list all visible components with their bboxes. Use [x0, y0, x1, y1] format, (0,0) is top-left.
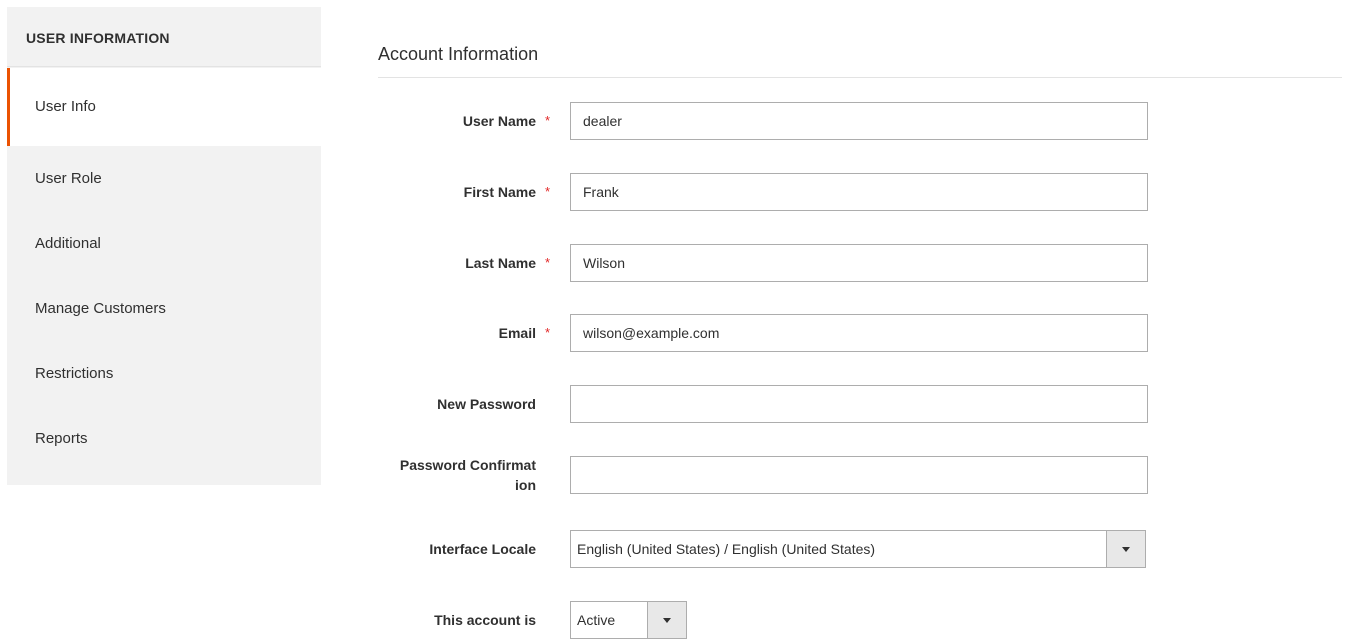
- field-row-email: Email *: [378, 314, 1342, 352]
- field-row-first-name: First Name *: [378, 173, 1342, 211]
- sidebar-item-user-role[interactable]: User Role: [7, 146, 321, 211]
- field-row-password-confirmation: Password Confirmat ion: [378, 456, 1342, 494]
- email-label: Email: [498, 325, 536, 341]
- user-name-label: User Name: [462, 113, 536, 129]
- account-status-select[interactable]: Active: [570, 601, 687, 639]
- new-password-input[interactable]: [570, 385, 1148, 423]
- required-star: *: [545, 113, 551, 128]
- sidebar-item-user-info[interactable]: User Info: [7, 68, 321, 146]
- last-name-label: Last Name: [465, 255, 536, 271]
- required-star: *: [545, 184, 551, 199]
- new-password-label: New Password: [437, 396, 536, 412]
- sidebar-list: User Info User Role Additional Manage Cu…: [7, 68, 321, 471]
- required-star: *: [545, 255, 551, 270]
- field-row-user-name: User Name *: [378, 102, 1342, 140]
- sidebar-nav: USER INFORMATION User Info User Role Add…: [7, 7, 321, 485]
- interface-locale-label: Interface Locale: [429, 541, 536, 557]
- password-confirmation-label-line1: Password Confirmat: [399, 457, 536, 473]
- account-status-value: Active: [577, 612, 616, 628]
- first-name-label: First Name: [463, 184, 536, 200]
- password-confirmation-label: Password Confirmat ion: [366, 456, 536, 494]
- sidebar-item-reports[interactable]: Reports: [7, 406, 321, 471]
- chevron-down-icon[interactable]: [1106, 531, 1145, 567]
- section-title: Account Information: [378, 44, 1342, 78]
- account-status-label: This account is: [434, 612, 536, 628]
- last-name-input[interactable]: [570, 244, 1148, 282]
- required-star: *: [545, 325, 551, 340]
- password-confirmation-label-line2: ion: [515, 477, 536, 493]
- field-row-interface-locale: Interface Locale English (United States)…: [378, 530, 1342, 568]
- sidebar-title: USER INFORMATION: [7, 7, 321, 67]
- first-name-input[interactable]: [570, 173, 1148, 211]
- interface-locale-select[interactable]: English (United States) / English (Unite…: [570, 530, 1146, 568]
- user-name-input[interactable]: [570, 102, 1148, 140]
- password-confirmation-input[interactable]: [570, 456, 1148, 494]
- field-row-new-password: New Password: [378, 385, 1342, 423]
- field-row-last-name: Last Name *: [378, 244, 1342, 282]
- chevron-down-icon[interactable]: [647, 602, 686, 638]
- sidebar-item-restrictions[interactable]: Restrictions: [7, 341, 321, 406]
- field-row-account-status: This account is Active: [378, 601, 1342, 639]
- email-input[interactable]: [570, 314, 1148, 352]
- sidebar-item-manage-customers[interactable]: Manage Customers: [7, 276, 321, 341]
- sidebar-item-additional[interactable]: Additional: [7, 211, 321, 276]
- interface-locale-value: English (United States) / English (Unite…: [577, 541, 876, 557]
